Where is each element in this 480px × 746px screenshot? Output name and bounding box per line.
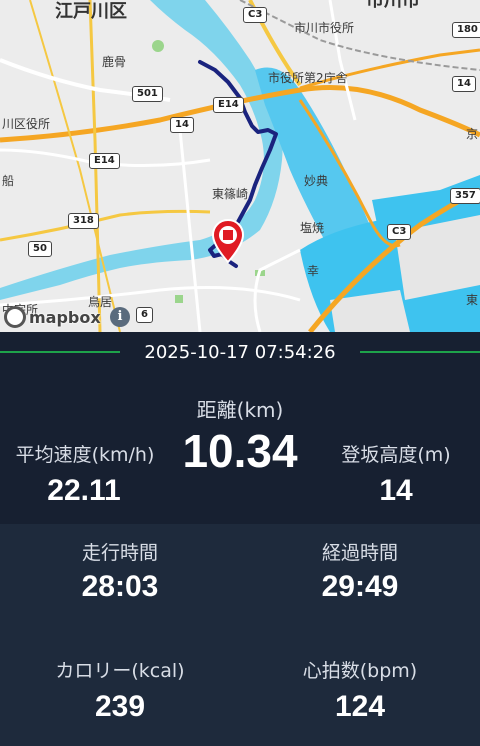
primary-metrics: 距離(km) 10.34 平均速度(km/h) 22.11 登坂高度(m) 14 xyxy=(0,374,480,524)
shield-c3-top: C3 xyxy=(243,7,268,23)
mapbox-wordmark: mapbox xyxy=(29,307,101,327)
shield-6: 6 xyxy=(136,307,153,323)
shield-e14-b: E14 xyxy=(89,153,120,169)
distance-value: 10.34 xyxy=(182,425,298,477)
map-label-kasai: 鹿骨 xyxy=(102,55,127,69)
elapsed-time-value: 29:49 xyxy=(321,570,399,603)
shield-14-a: 14 xyxy=(452,76,476,92)
park xyxy=(175,295,183,303)
mapbox-logo[interactable]: mapbox xyxy=(4,306,101,328)
moving-time-value: 28:03 xyxy=(81,570,159,603)
avg-speed-value: 22.11 xyxy=(47,474,121,507)
mapbox-logo-icon xyxy=(4,306,26,328)
avg-speed-label: 平均速度(km/h) xyxy=(15,444,155,466)
map-label-shiohama: 塩焼 xyxy=(300,221,325,235)
map-canvas xyxy=(0,0,480,332)
elevation-label: 登坂高度(m) xyxy=(341,444,451,466)
info-icon[interactable]: i xyxy=(110,307,130,327)
shield-e14-a: E14 xyxy=(213,97,244,113)
map-label-saiwai: 幸 xyxy=(307,264,320,278)
date-header: 2025-10-17 07:54:26 xyxy=(0,332,480,374)
shield-180: 180 xyxy=(452,22,480,38)
shield-50: 50 xyxy=(28,241,52,257)
map-label-city-hall-2nd: 市役所第2庁舎 xyxy=(268,71,348,85)
route-map[interactable]: 江戸川区 市川市 市川市役所 市役所第2庁舎 鹿骨 川区役所 東篠崎 妙典 塩焼… xyxy=(0,0,480,332)
map-label-city-hall: 市川市役所 xyxy=(294,21,355,35)
shield-14-b: 14 xyxy=(170,117,194,133)
park xyxy=(152,40,164,52)
heart-rate-value: 124 xyxy=(334,690,386,723)
map-label-e: 東 xyxy=(466,293,479,307)
calories-label: カロリー(kcal) xyxy=(55,660,185,682)
railway xyxy=(239,0,480,71)
shield-357: 357 xyxy=(450,188,480,204)
moving-time-label: 走行時間 xyxy=(81,542,158,564)
distance-label: 距離(km) xyxy=(196,398,284,422)
secondary-metrics: 走行時間 28:03 経過時間 29:49 カロリー(kcal) 239 心拍数… xyxy=(0,524,480,746)
activity-summary: 2025-10-17 07:54:26 距離(km) 10.34 平均速度(km… xyxy=(0,332,480,746)
map-label-ichikawa-shi: 市川市 xyxy=(366,0,420,11)
map-label-funabori: 船 xyxy=(2,174,15,188)
heart-rate-label: 心拍数(bpm) xyxy=(302,660,418,682)
map-label-myoden: 妙典 xyxy=(304,174,329,188)
road-318 xyxy=(0,209,211,242)
elapsed-time-label: 経過時間 xyxy=(321,542,398,564)
elevation-value: 14 xyxy=(379,474,413,507)
calories-value: 239 xyxy=(94,690,146,723)
shield-501: 501 xyxy=(132,86,163,102)
map-label-kei: 京 xyxy=(466,127,479,141)
divider-right xyxy=(360,351,480,353)
map-label-edogawa-ku: 江戸川区 xyxy=(55,1,127,22)
map-label-ward-office: 川区役所 xyxy=(2,117,51,131)
shield-318: 318 xyxy=(68,213,99,229)
map-label-higashi-shinozaki: 東篠崎 xyxy=(212,187,249,201)
shield-c3-bottom: C3 xyxy=(387,224,412,240)
street-white xyxy=(328,0,357,121)
